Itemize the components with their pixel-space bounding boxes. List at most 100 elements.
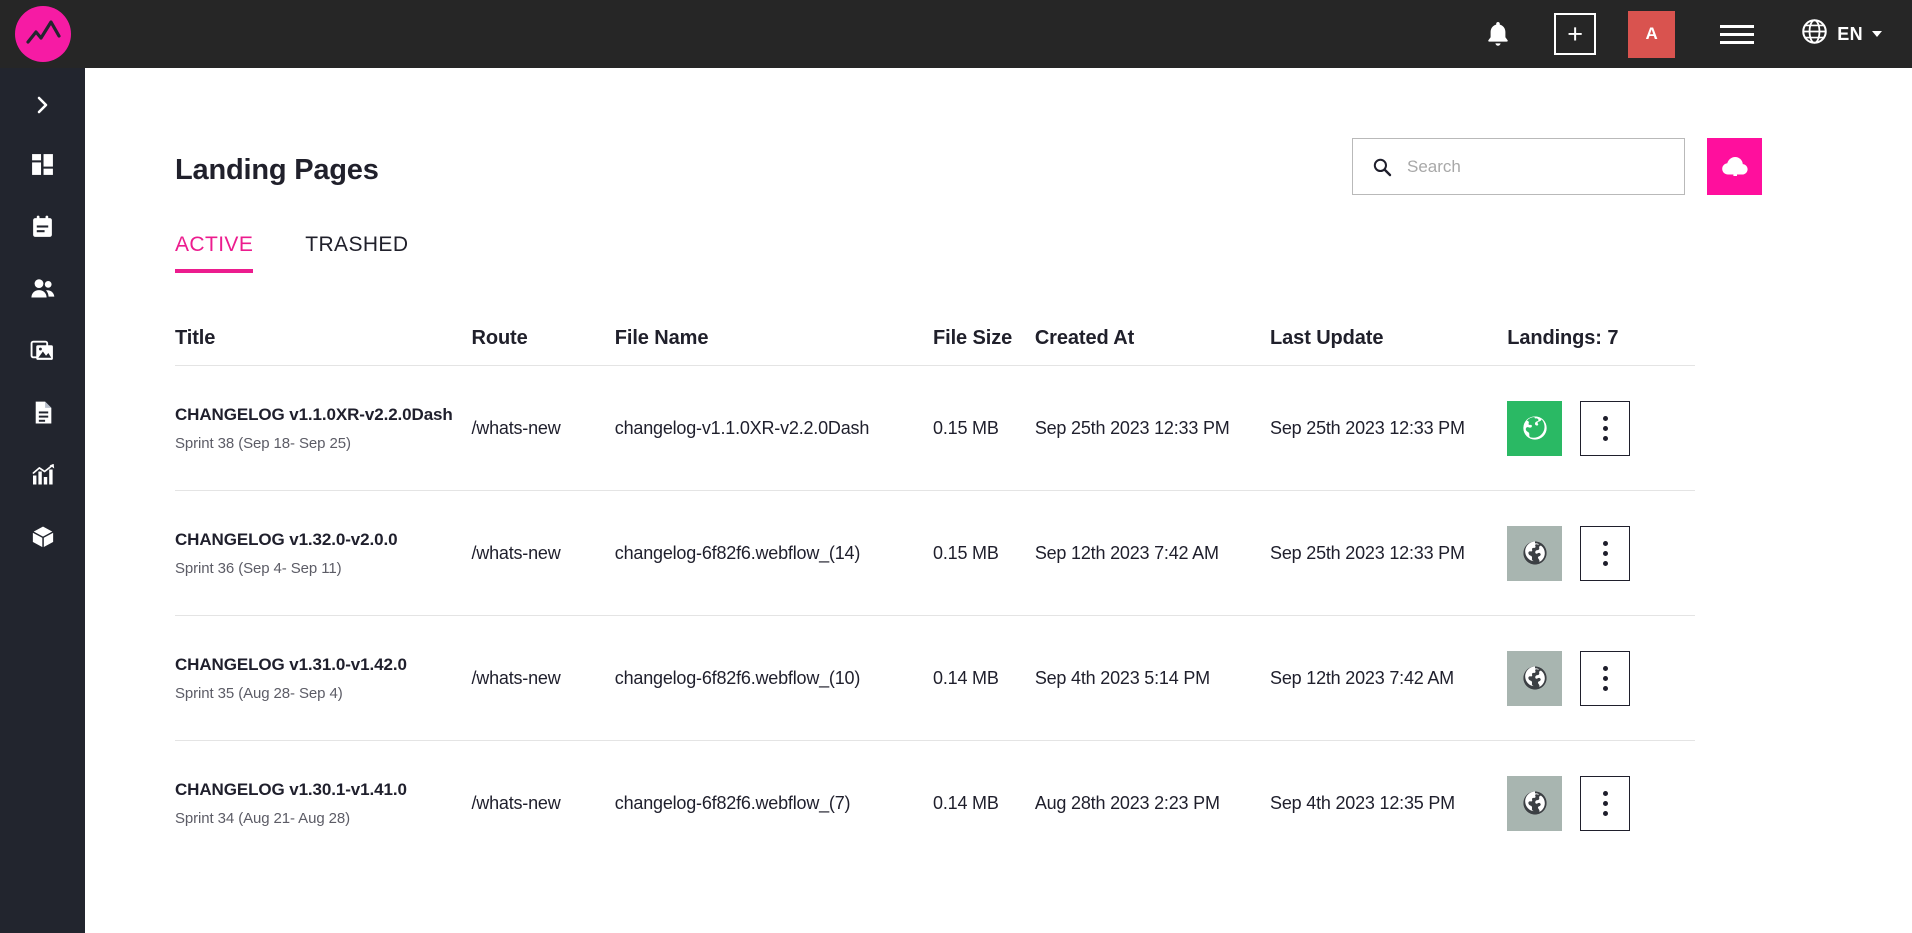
burger-line: [1720, 24, 1755, 28]
row-title: CHANGELOG v1.30.1-v1.41.0: [175, 779, 407, 799]
publish-status-button[interactable]: [1507, 775, 1563, 831]
publish-status-button[interactable]: [1507, 400, 1563, 456]
table-row[interactable]: CHANGELOG v1.31.0-v1.42.0 Sprint 35 (Aug…: [175, 615, 1695, 740]
cell-file-size: 0.15 MB: [933, 417, 999, 438]
cell-route: /whats-new: [471, 667, 561, 688]
sidebar: [0, 68, 85, 933]
kebab-menu-icon[interactable]: [1580, 400, 1631, 456]
sidebar-item-media[interactable]: [0, 322, 85, 384]
kebab-dot: [1602, 685, 1608, 691]
kebab-dot: [1602, 790, 1608, 796]
table-header-row: Title Route File Name File Size Created …: [175, 319, 1695, 365]
column-header-created-at: Created At: [1034, 326, 1135, 349]
cell-title: CHANGELOG v1.32.0-v2.0.0 Sprint 36 (Sep …: [175, 529, 471, 577]
chevron-down-icon: [1872, 31, 1882, 37]
add-button[interactable]: +: [1554, 13, 1597, 55]
cell-title: CHANGELOG v1.30.1-v1.41.0 Sprint 34 (Aug…: [175, 779, 471, 827]
users-icon: [30, 276, 56, 307]
tab-trashed[interactable]: TRASHED: [305, 233, 424, 273]
cloud-upload-button[interactable]: [1707, 138, 1762, 195]
page-title: Landing Pages: [175, 154, 379, 186]
page-header: Landing Pages: [85, 68, 1912, 195]
kebab-dot: [1602, 665, 1608, 671]
burger-line: [1720, 40, 1755, 44]
avatar[interactable]: A: [1628, 10, 1676, 58]
column-header-file-size: File Size: [933, 326, 1013, 349]
burger-line: [1720, 32, 1755, 36]
row-subtitle: Sprint 36 (Sep 4- Sep 11): [175, 560, 342, 578]
cell-title: CHANGELOG v1.1.0XR-v2.2.0Dash Sprint 38 …: [175, 404, 471, 452]
header-tools: [1352, 138, 1762, 195]
kebab-dot: [1602, 550, 1608, 556]
main-content: Landing Pages Search ACTIVE TRASHED Titl…: [85, 68, 1912, 933]
chevron-right-expand-icon: [35, 94, 51, 121]
logo-container[interactable]: [0, 0, 85, 68]
kebab-dot: [1602, 675, 1608, 681]
cell-file-name: changelog-6f82f6.webflow_(7): [614, 792, 851, 813]
row-subtitle: Sprint 35 (Aug 28- Sep 4): [175, 685, 343, 703]
cell-last-update: Sep 25th 2023 12:33 PM: [1270, 417, 1465, 438]
kebab-dot: [1602, 560, 1608, 566]
hamburger-menu-icon[interactable]: [1705, 0, 1769, 68]
sidebar-item-calendar[interactable]: [0, 198, 85, 260]
cell-actions: [1507, 525, 1695, 581]
cell-file-size: 0.14 MB: [933, 792, 999, 813]
landing-pages-table: Title Route File Name File Size Created …: [85, 319, 1695, 865]
cell-last-update: Sep 12th 2023 7:42 AM: [1270, 667, 1454, 688]
cell-route: /whats-new: [471, 792, 561, 813]
table-row[interactable]: CHANGELOG v1.1.0XR-v2.2.0Dash Sprint 38 …: [175, 365, 1695, 490]
kebab-menu-icon[interactable]: [1580, 775, 1631, 831]
column-header-title: Title: [175, 326, 216, 349]
cell-created-at: Sep 25th 2023 12:33 PM: [1034, 417, 1230, 438]
cell-last-update: Sep 25th 2023 12:33 PM: [1270, 542, 1465, 563]
publish-status-button[interactable]: [1507, 525, 1563, 581]
cell-last-update: Sep 4th 2023 12:35 PM: [1270, 792, 1455, 813]
kebab-menu-icon[interactable]: [1580, 650, 1631, 706]
table-row[interactable]: CHANGELOG v1.32.0-v2.0.0 Sprint 36 (Sep …: [175, 490, 1695, 615]
cell-file-name: changelog-v1.1.0XR-v2.2.0Dash: [614, 417, 870, 438]
topbar-actions: + A EN: [1466, 0, 1912, 68]
search-box[interactable]: [1352, 138, 1685, 195]
cube-box-icon: [30, 524, 56, 555]
kebab-dot: [1602, 810, 1608, 816]
search-icon: [1367, 157, 1397, 177]
sidebar-item-expand[interactable]: [0, 78, 85, 136]
tab-active[interactable]: ACTIVE: [175, 233, 275, 273]
top-bar: + A EN: [0, 0, 1912, 68]
sidebar-item-packages[interactable]: [0, 508, 85, 570]
row-title: CHANGELOG v1.31.0-v1.42.0: [175, 654, 407, 674]
notification-bell-icon[interactable]: [1466, 0, 1530, 68]
calendar-icon: [30, 214, 55, 244]
column-header-file-name: File Name: [614, 326, 709, 349]
column-header-route: Route: [471, 326, 528, 349]
row-title: CHANGELOG v1.32.0-v2.0.0: [175, 529, 398, 549]
cell-file-size: 0.15 MB: [933, 542, 999, 563]
column-header-last-update: Last Update: [1270, 326, 1384, 349]
column-header-landings-count: Landings: 7: [1507, 326, 1619, 349]
kebab-dot: [1602, 415, 1608, 421]
bar-chart-icon: [30, 462, 56, 492]
sidebar-item-analytics[interactable]: [0, 446, 85, 508]
publish-status-button[interactable]: [1507, 650, 1563, 706]
cell-created-at: Aug 28th 2023 2:23 PM: [1034, 792, 1220, 813]
cell-actions: [1507, 650, 1695, 706]
cell-file-name: changelog-6f82f6.webflow_(10): [614, 667, 861, 688]
language-selector[interactable]: EN: [1801, 18, 1882, 50]
kebab-dot: [1602, 540, 1608, 546]
kebab-dot: [1602, 435, 1608, 441]
table-row[interactable]: CHANGELOG v1.30.1-v1.41.0 Sprint 34 (Aug…: [175, 740, 1695, 865]
kebab-dot: [1602, 425, 1608, 431]
globe-icon: [1801, 18, 1828, 50]
cell-file-name: changelog-6f82f6.webflow_(14): [614, 542, 861, 563]
kebab-menu-icon[interactable]: [1580, 525, 1631, 581]
kebab-dot: [1602, 800, 1608, 806]
cell-created-at: Sep 4th 2023 5:14 PM: [1034, 667, 1210, 688]
sidebar-item-users[interactable]: [0, 260, 85, 322]
cell-actions: [1507, 400, 1695, 456]
search-input[interactable]: [1407, 156, 1667, 177]
cell-route: /whats-new: [471, 417, 561, 438]
sidebar-item-documents[interactable]: [0, 384, 85, 446]
cell-route: /whats-new: [471, 542, 561, 563]
sidebar-item-dashboard[interactable]: [0, 136, 85, 198]
cell-file-size: 0.14 MB: [933, 667, 999, 688]
